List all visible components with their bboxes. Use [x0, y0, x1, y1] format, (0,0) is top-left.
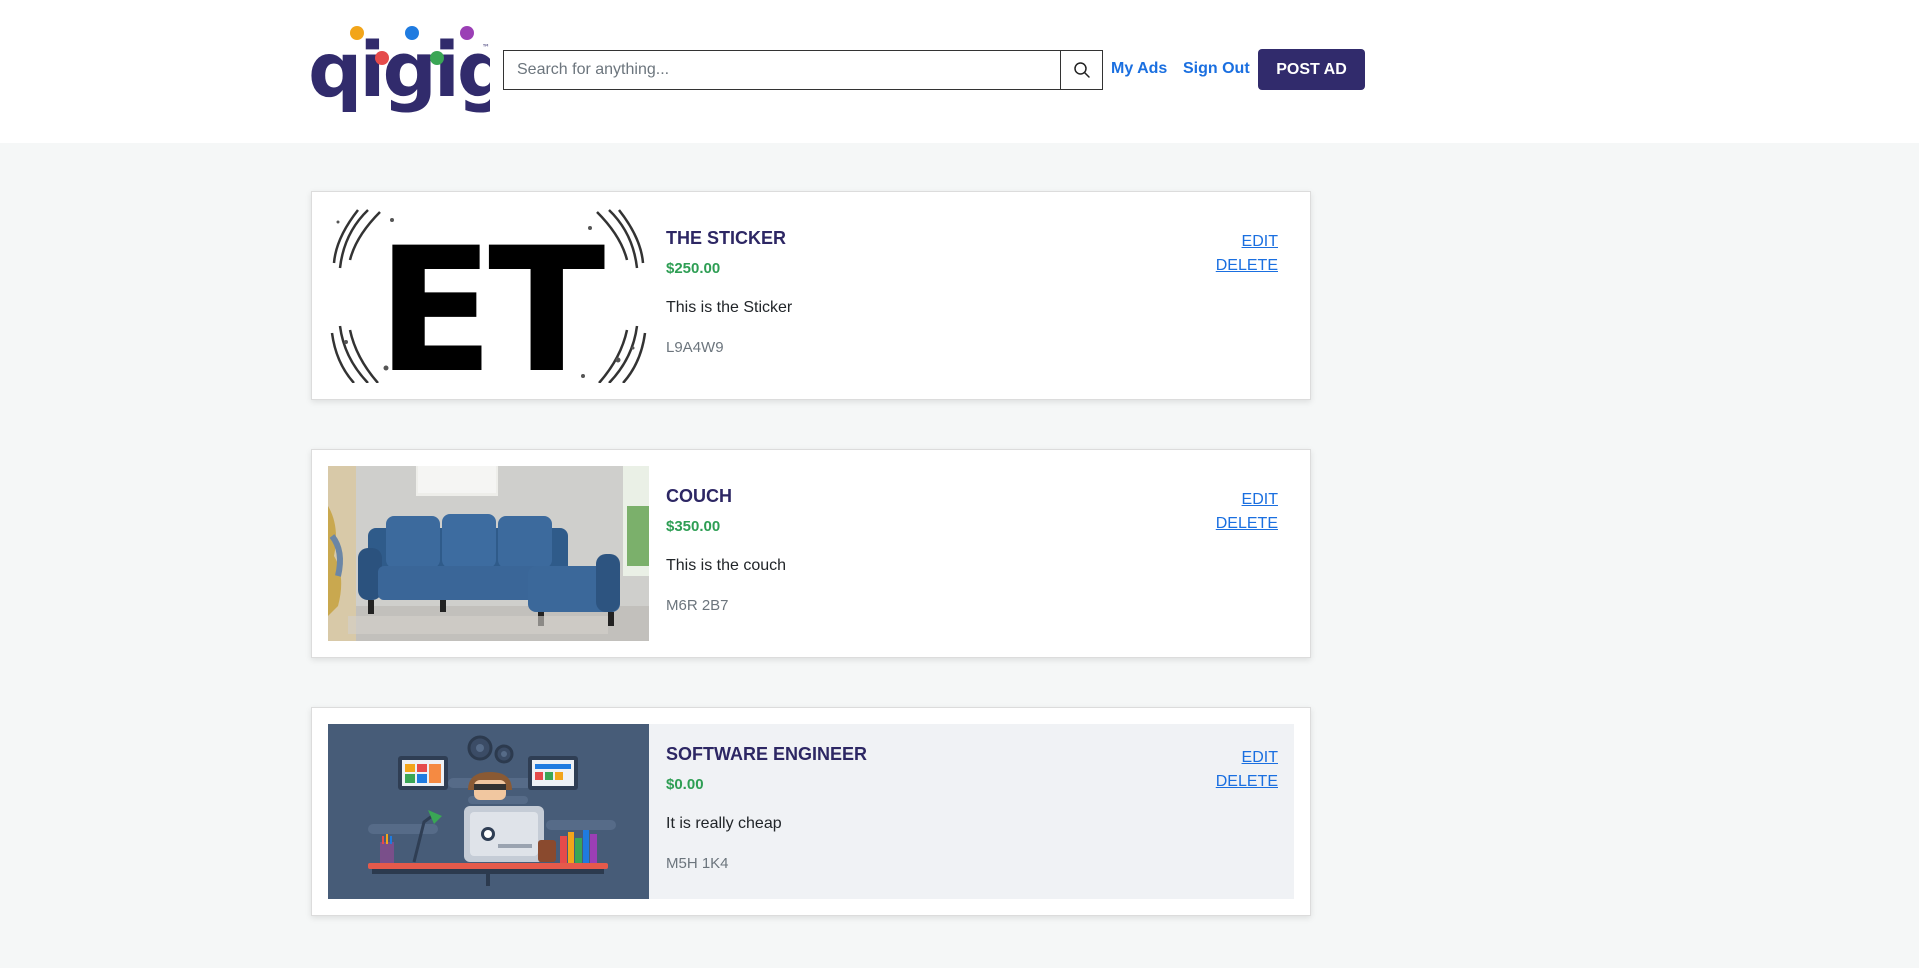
software-engineer-illustration[interactable] — [328, 724, 649, 899]
delete-link[interactable]: DELETE — [1216, 770, 1278, 794]
ad-description: It is really cheap — [666, 815, 782, 832]
delete-link[interactable]: DELETE — [1216, 512, 1278, 536]
ad-title: COUCH — [666, 486, 732, 506]
post-ad-button[interactable]: POST AD — [1258, 49, 1365, 90]
edit-link[interactable]: EDIT — [1216, 230, 1278, 254]
ad-actions: EDIT DELETE — [1216, 746, 1278, 794]
my-ads-link[interactable]: My Ads — [1111, 59, 1167, 79]
search-button[interactable] — [1060, 51, 1102, 89]
ad-price: $0.00 — [666, 776, 704, 793]
search-input[interactable] — [504, 51, 1060, 89]
ad-card: COUCH $350.00 This is the couch M6R 2B7 … — [311, 449, 1311, 658]
site-header: qigigi ™ My Ads Sign Out POST AD — [0, 0, 1919, 143]
search-bar — [503, 50, 1103, 90]
ad-description: This is the Sticker — [666, 299, 793, 316]
ad-card: SOFTWARE ENGINEER $0.00 It is really che… — [311, 707, 1311, 916]
search-icon — [1073, 62, 1090, 78]
svg-text:™: ™ — [482, 43, 490, 52]
edit-link[interactable]: EDIT — [1216, 746, 1278, 770]
ad-actions: EDIT DELETE — [1216, 230, 1278, 278]
ad-postal-code: L9A4W9 — [666, 339, 724, 356]
ad-price: $350.00 — [666, 518, 721, 535]
logo-wordmark: qigigi — [308, 25, 490, 114]
ad-price: $250.00 — [666, 260, 721, 277]
sign-out-link[interactable]: Sign Out — [1183, 59, 1250, 79]
ad-title: SOFTWARE ENGINEER — [666, 744, 868, 764]
qigigi-logo[interactable]: qigigi ™ — [308, 22, 534, 118]
blue-couch-image[interactable] — [328, 466, 649, 641]
sticker-et-text: ET — [377, 210, 605, 383]
ad-title: THE STICKER — [666, 228, 787, 248]
edit-link[interactable]: EDIT — [1216, 488, 1278, 512]
ad-card: ET THE STICKER $250.00 This is the Stick… — [311, 191, 1311, 400]
ad-actions: EDIT DELETE — [1216, 488, 1278, 536]
ad-postal-code: M5H 1K4 — [666, 855, 729, 872]
et-sticker-image[interactable]: ET — [328, 208, 649, 383]
delete-link[interactable]: DELETE — [1216, 254, 1278, 278]
ad-description: This is the couch — [666, 557, 787, 574]
ad-postal-code: M6R 2B7 — [666, 597, 729, 614]
